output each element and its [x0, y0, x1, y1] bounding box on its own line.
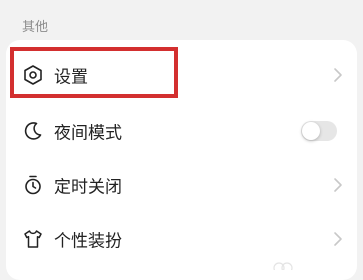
- settings-label: 设置: [54, 67, 88, 88]
- chevron-right-icon: [334, 68, 342, 82]
- moon-icon: [22, 120, 44, 142]
- personalize-label: 个性装扮: [54, 231, 122, 252]
- night-mode-label: 夜间模式: [54, 123, 122, 144]
- timer-off-label: 定时关闭: [54, 177, 122, 198]
- toggle-knob: [302, 122, 320, 140]
- decorative-icon: [273, 262, 293, 270]
- timer-icon: [22, 174, 44, 196]
- other-settings-card: 设置 夜间模式 定时关闭 个性装扮: [6, 40, 357, 280]
- settings-hexagon-icon: [22, 64, 44, 86]
- settings-row[interactable]: 设置: [6, 48, 357, 102]
- chevron-right-icon: [334, 178, 342, 192]
- personalize-row[interactable]: 个性装扮: [6, 212, 357, 266]
- chevron-right-icon: [334, 232, 342, 246]
- night-mode-row: 夜间模式: [6, 104, 357, 158]
- section-label: 其他: [22, 20, 49, 35]
- night-mode-toggle[interactable]: [301, 121, 337, 141]
- tshirt-icon: [22, 228, 44, 250]
- timer-off-row[interactable]: 定时关闭: [6, 158, 357, 212]
